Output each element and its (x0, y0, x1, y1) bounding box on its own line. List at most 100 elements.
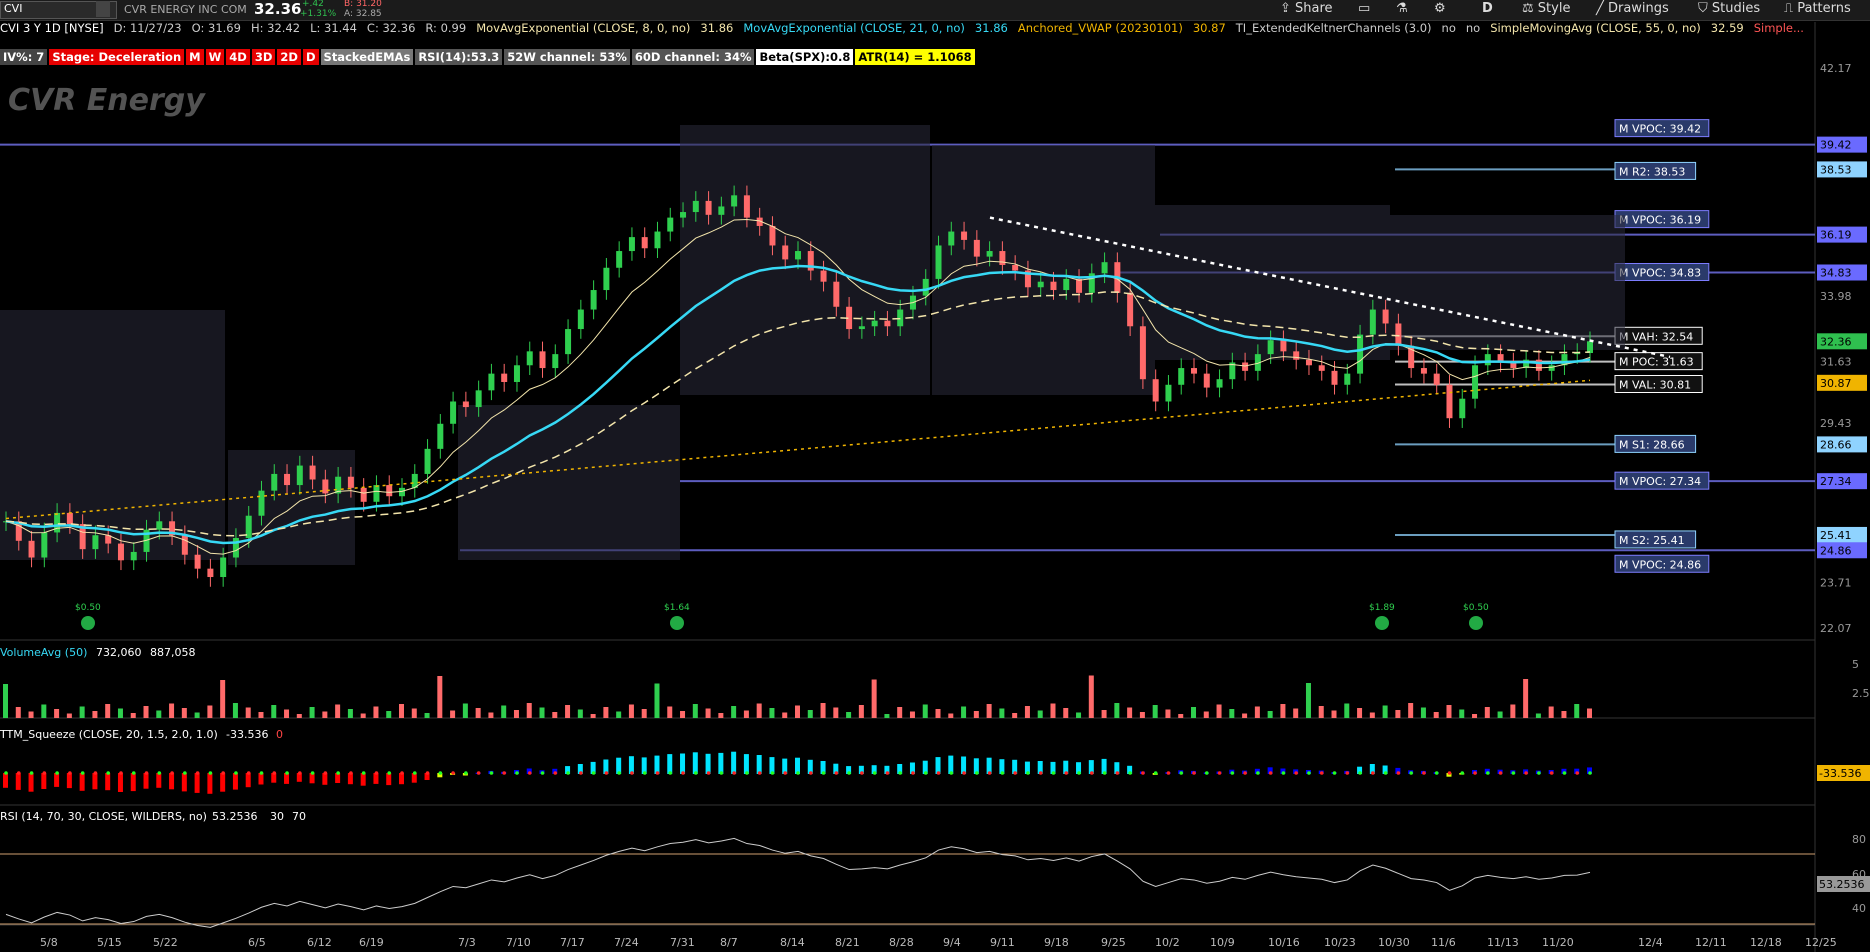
patterns-button[interactable]: ⎍ Patterns (1784, 1, 1851, 16)
squeeze-dot (1383, 771, 1388, 775)
price-tag (1817, 374, 1867, 391)
volume-bar (948, 713, 954, 718)
status-badge: 3D (251, 49, 276, 65)
company-name: CVR ENERGY INC COM (124, 3, 247, 16)
studies-button[interactable]: ⛉ Studies (1698, 1, 1760, 16)
last-price: 32.36 (254, 0, 302, 18)
squeeze-bar (501, 771, 507, 774)
squeeze-dot (195, 771, 200, 775)
candle-body (1344, 373, 1351, 385)
studies-label: Studies (1711, 1, 1761, 16)
study-legend-item[interactable]: R: 0.99 (425, 21, 466, 35)
study-legend-item[interactable]: O: 31.69 (192, 21, 241, 35)
study-legend-item[interactable]: H: 32.42 (251, 21, 300, 35)
candle-body (1574, 353, 1581, 355)
candle-body (1024, 270, 1031, 288)
study-legend-item[interactable]: 32.59 (1711, 21, 1744, 35)
squeeze-bar (347, 773, 353, 785)
study-legend-item[interactable]: MovAvgExponential (CLOSE, 21, 0, no) (743, 21, 965, 35)
study-legend-item[interactable]: C: 32.36 (367, 21, 415, 35)
study-legend-item[interactable]: no (1442, 21, 1456, 35)
squeeze-bar (1523, 769, 1529, 774)
squeeze-bar (360, 773, 366, 786)
candle-body (871, 320, 878, 327)
candle-body (948, 231, 955, 246)
squeeze-dot (55, 771, 59, 775)
candle-body (909, 295, 916, 310)
drawings-button[interactable]: ╱ Drawings (1596, 1, 1669, 16)
squeeze-bar (475, 772, 481, 774)
study-legend-item[interactable]: no (1466, 21, 1480, 35)
candle-body (807, 251, 814, 271)
rsi-study-name: RSI (14, 70, 30, CLOSE, WILDERS, no) (0, 810, 207, 823)
rsi-axis-tick: 80 (1852, 833, 1866, 846)
symbol-dropdown-icon[interactable] (96, 1, 110, 17)
study-legend-item[interactable]: Simple... (1754, 21, 1804, 35)
candle-body (117, 543, 124, 561)
candle-body (1267, 340, 1274, 355)
squeeze-dot (464, 771, 468, 775)
squeeze-dot (668, 771, 673, 775)
squeeze-dot (259, 771, 264, 775)
squeeze-bar (603, 759, 609, 774)
candle-body (846, 306, 853, 330)
volume-bar (386, 711, 392, 718)
volume-bar (577, 709, 583, 718)
study-legend-item[interactable]: D: 11/27/23 (114, 21, 182, 35)
study-legend-item[interactable]: TI_ExtendedKeltnerChannels (3.0) (1236, 21, 1432, 35)
volume-bar (986, 704, 992, 718)
volume-bar (718, 713, 724, 718)
squeeze-bar (79, 773, 85, 791)
squeeze-bar (1344, 770, 1350, 774)
squeeze-dot (425, 771, 430, 775)
study-legend-item[interactable]: 31.86 (700, 21, 733, 35)
x-axis-tick: 8/7 (720, 936, 738, 949)
volume-bar (667, 706, 673, 718)
squeeze-dot (847, 771, 851, 775)
price-tag (1817, 264, 1867, 281)
study-legend-item[interactable]: 31.86 (975, 21, 1008, 35)
gear-icon[interactable]: ⚙ (1434, 1, 1446, 16)
study-legend-item[interactable]: MovAvgExponential (CLOSE, 8, 0, no) (476, 21, 690, 35)
study-legend-item[interactable]: Anchored_VWAP (20230101) (1018, 21, 1183, 35)
volume-bar (807, 710, 813, 718)
squeeze-dot (1447, 771, 1452, 775)
squeeze-bar (1484, 768, 1490, 774)
candle-body (1088, 273, 1095, 293)
style-button[interactable]: ⚖ Style (1522, 1, 1570, 16)
rsi-tag (1817, 876, 1870, 892)
squeeze-dot (1319, 771, 1324, 775)
candle-body (513, 365, 520, 382)
layout-icon[interactable]: ▭ (1358, 1, 1370, 16)
x-axis-tick: 7/17 (560, 936, 585, 949)
squeeze-bar (1497, 769, 1503, 774)
squeeze-bar (232, 773, 238, 790)
squeeze-dot (1166, 771, 1171, 775)
price-tag (1817, 136, 1867, 153)
x-axis-tick: 6/5 (248, 936, 266, 949)
flask-icon[interactable]: ⚗ (1396, 1, 1408, 16)
aggregation-button[interactable]: D (1482, 1, 1493, 16)
squeeze-dot (1549, 771, 1554, 775)
study-legend-item[interactable]: SimpleMovingAvg (CLOSE, 55, 0, no) (1490, 21, 1701, 35)
squeeze-bar (616, 757, 622, 774)
candle-body (1510, 362, 1517, 369)
status-badge: ATR(14) = 1.1068 (855, 49, 975, 65)
dividend-label: $0.50 (1463, 603, 1489, 613)
share-button[interactable]: ⇪ Share (1280, 1, 1333, 16)
squeeze-dot (808, 771, 813, 775)
study-legend-item[interactable]: L: 31.44 (310, 21, 357, 35)
volume-bar (731, 706, 737, 718)
volume-bar (1357, 708, 1363, 718)
squeeze-bar (1088, 760, 1094, 774)
x-axis-tick: 12/18 (1750, 936, 1782, 949)
squeeze-bar (1318, 770, 1324, 774)
status-badges: IV%: 7 Stage: Deceleration M W 4D 3D 2D D Stacke… (0, 49, 977, 67)
x-axis-tick: 10/2 (1155, 936, 1180, 949)
volume-bar (1510, 704, 1516, 718)
squeeze-dot (1422, 771, 1426, 775)
study-legend-item[interactable]: CVI 3 Y 1D [NYSE] (0, 21, 104, 35)
squeeze-bar (1254, 768, 1260, 774)
study-legend-item[interactable]: 30.87 (1193, 21, 1226, 35)
bid-value: B: 31.20 (344, 0, 382, 9)
